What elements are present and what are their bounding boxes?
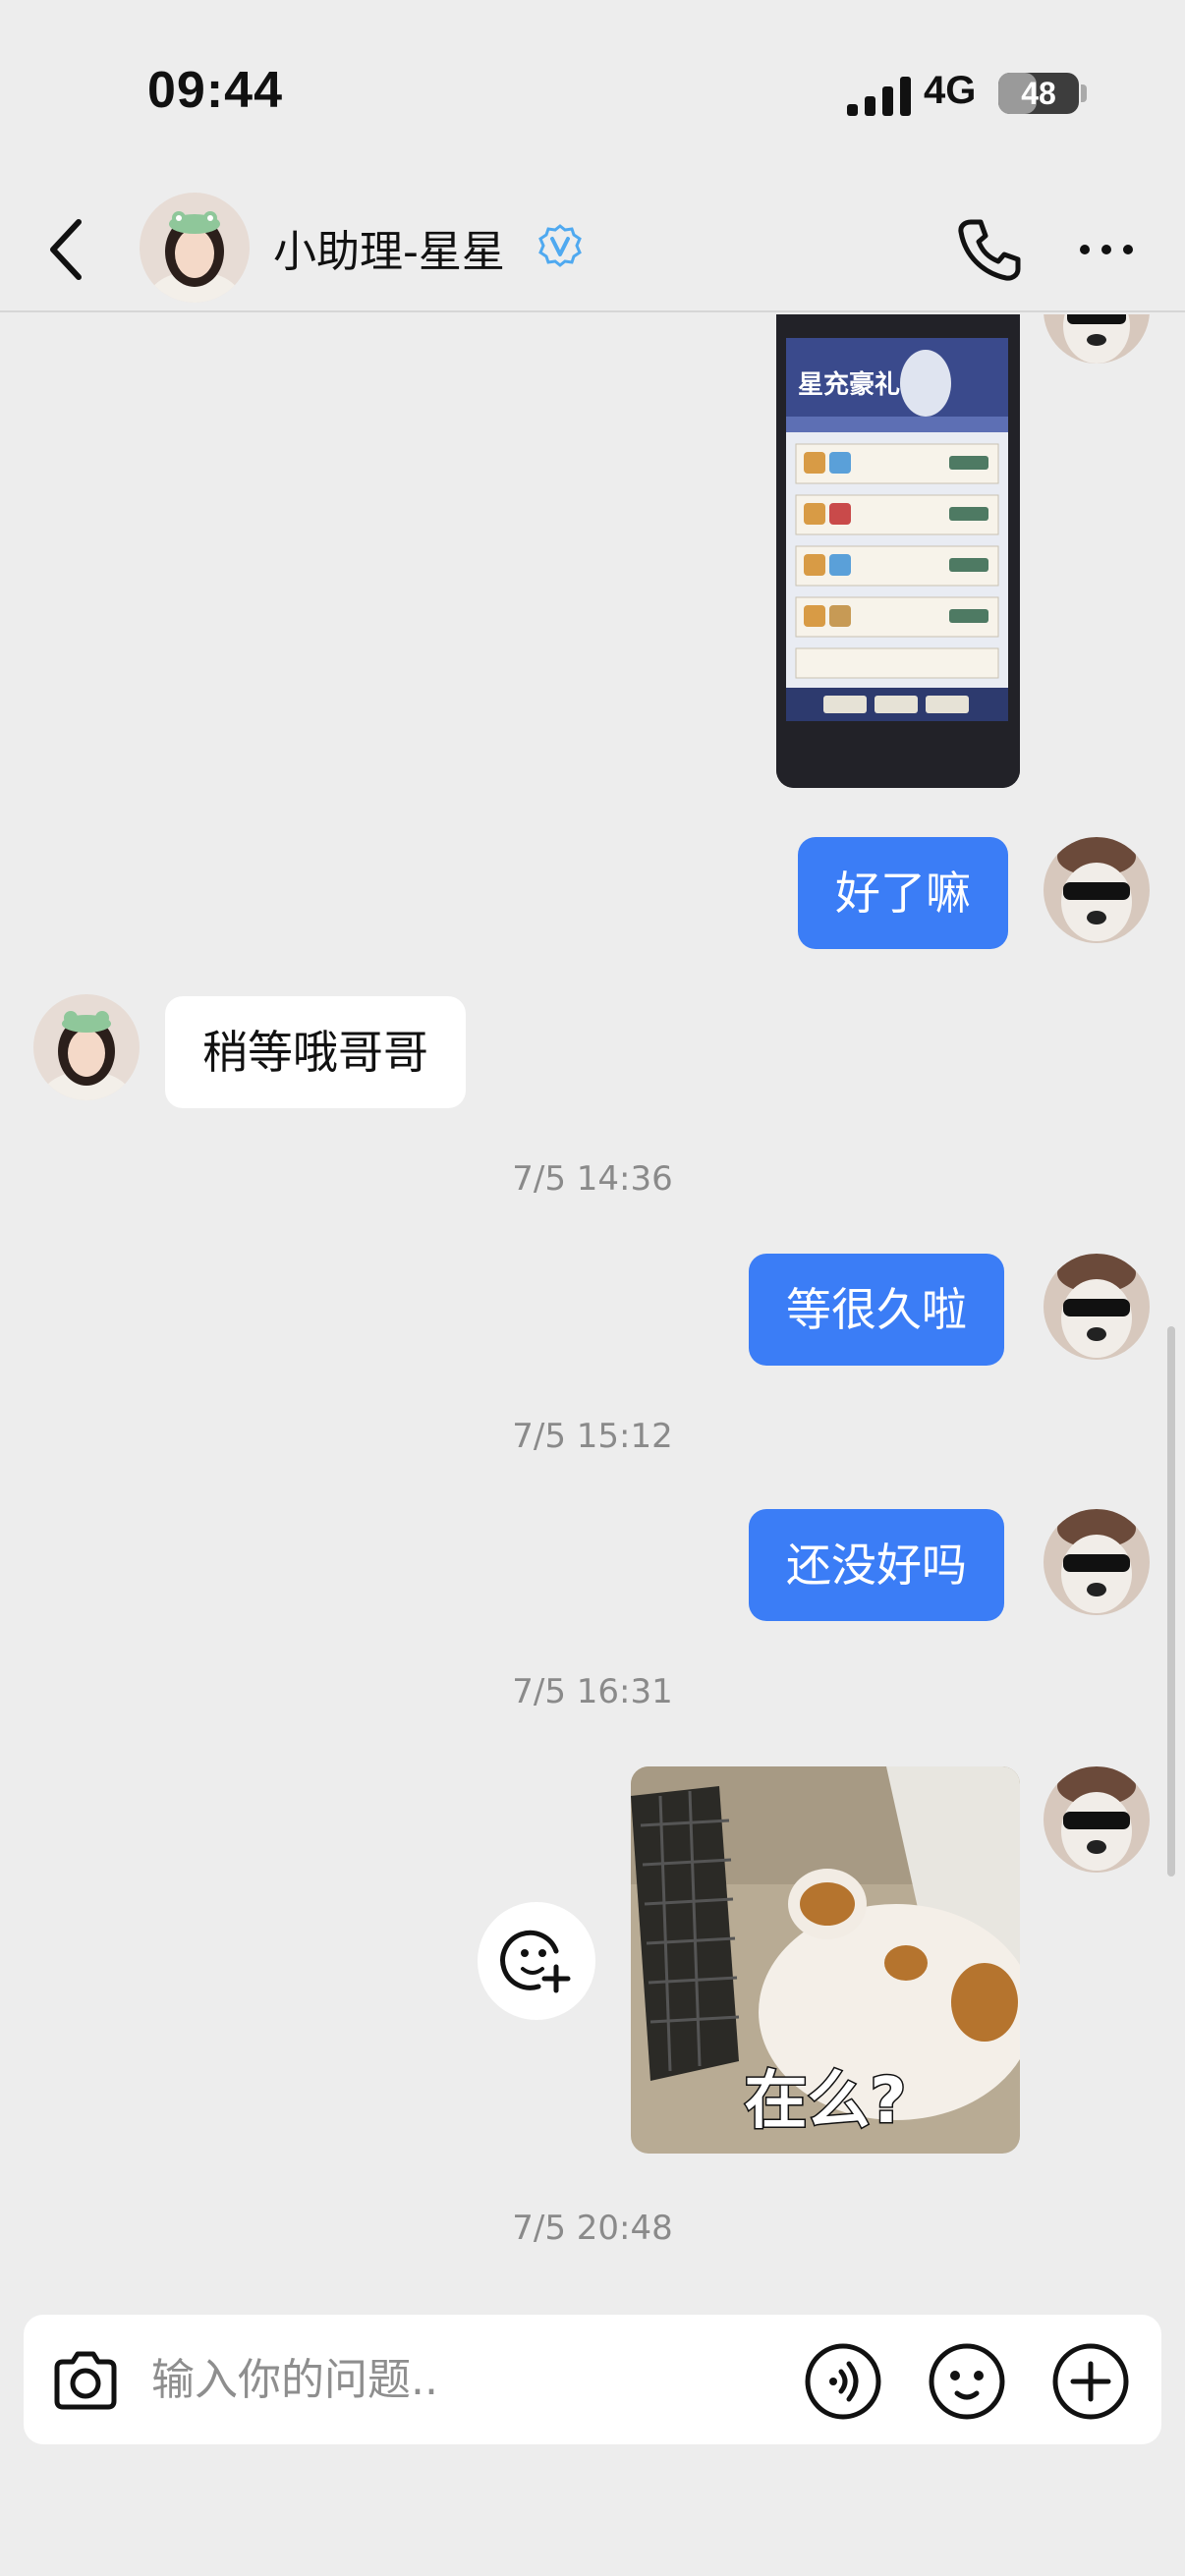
- image-message-sticker[interactable]: 在么?: [631, 1766, 1020, 2154]
- chat-header: 小助理-星星: [0, 187, 1185, 312]
- image-message-screenshot[interactable]: 星充豪礼: [776, 314, 1020, 788]
- battery-level: 48: [1021, 76, 1056, 111]
- message-bubble-sent[interactable]: 还没好吗: [749, 1509, 1004, 1621]
- timestamp: 7/5 20:48: [512, 2209, 673, 2248]
- my-avatar[interactable]: [1044, 1509, 1150, 1615]
- status-bar: 09:44 4G 48: [0, 0, 1185, 187]
- timestamp: 7/5 16:31: [512, 1672, 673, 1711]
- timestamp: 7/5 15:12: [512, 1417, 673, 1456]
- more-dots-icon[interactable]: [1077, 238, 1136, 261]
- battery-cap: [1081, 84, 1087, 102]
- my-avatar[interactable]: [1044, 1766, 1150, 1873]
- message-input-bar: [24, 2315, 1161, 2444]
- plus-circle-icon[interactable]: [1051, 2342, 1130, 2421]
- chevron-left-icon[interactable]: [43, 212, 92, 287]
- my-avatar[interactable]: [1044, 837, 1150, 943]
- contact-name: 小助理-星星: [273, 227, 505, 277]
- message-input[interactable]: [151, 2340, 780, 2419]
- voice-icon[interactable]: [804, 2342, 882, 2421]
- network-label: 4G: [924, 69, 977, 112]
- contact-avatar-chat[interactable]: [33, 994, 140, 1100]
- signal-icon: [847, 77, 911, 116]
- emoji-icon[interactable]: [928, 2342, 1006, 2421]
- phone-icon[interactable]: [953, 214, 1024, 285]
- add-sticker-icon: [500, 1930, 571, 1993]
- timestamp: 7/5 14:36: [512, 1159, 673, 1199]
- status-time: 09:44: [147, 62, 283, 119]
- camera-icon[interactable]: [47, 2342, 124, 2419]
- my-avatar[interactable]: [1044, 1254, 1150, 1360]
- message-bubble-sent[interactable]: 好了嘛: [798, 837, 1008, 949]
- sticker-caption: 在么?: [744, 2065, 906, 2138]
- add-sticker-button[interactable]: [478, 1902, 595, 2020]
- message-bubble-sent[interactable]: 等很久啦: [749, 1254, 1004, 1366]
- screenshot-title: 星充豪礼: [798, 369, 900, 400]
- scrollbar[interactable]: [1167, 1326, 1175, 1876]
- contact-avatar[interactable]: [140, 193, 250, 303]
- battery-icon: 48: [998, 73, 1079, 114]
- message-bubble-received[interactable]: 稍等哦哥哥: [165, 996, 466, 1108]
- verified-v-icon: [538, 224, 582, 267]
